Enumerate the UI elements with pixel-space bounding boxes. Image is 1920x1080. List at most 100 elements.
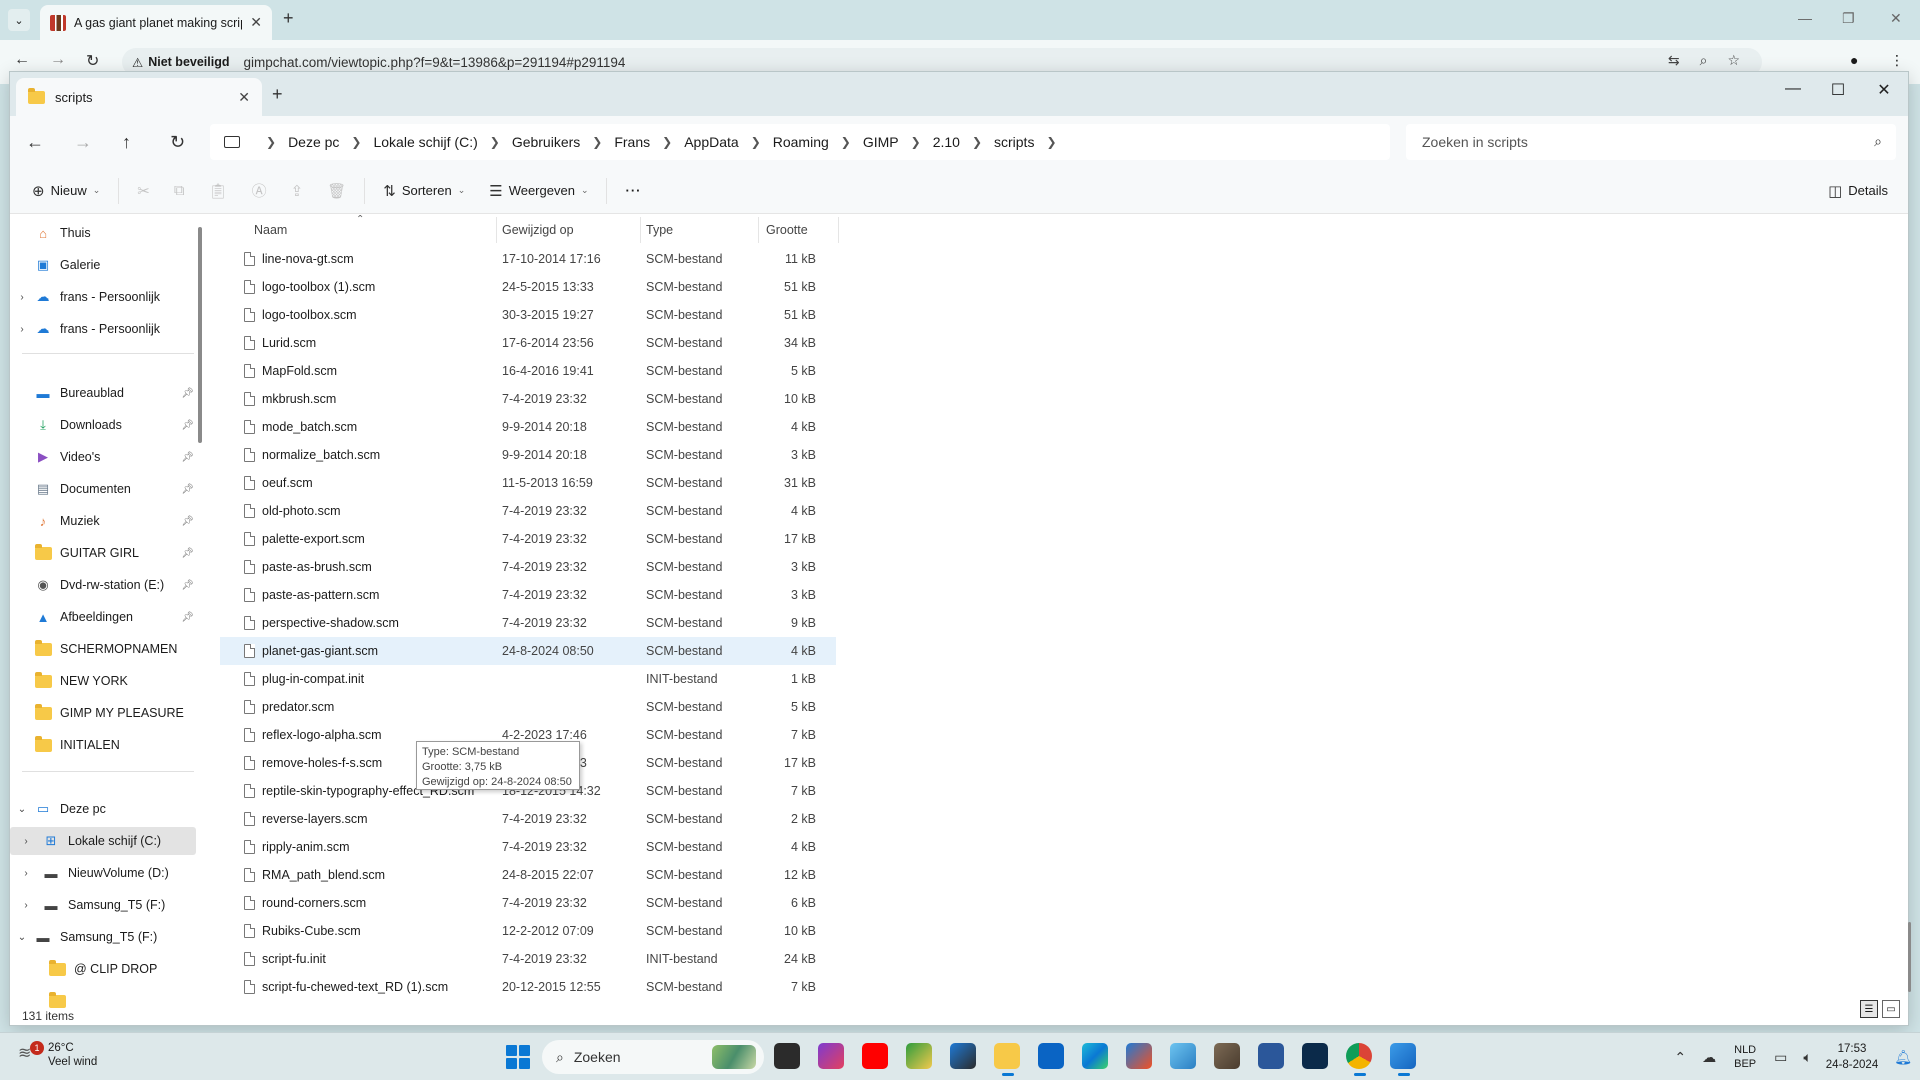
browser-tab[interactable]: A gas giant planet making scrip ✕ <box>40 5 272 40</box>
tiles-view-icon[interactable]: ▭ <box>1882 1000 1900 1018</box>
maximize-icon[interactable]: ☐ <box>1818 80 1858 100</box>
task-view-icon[interactable] <box>774 1043 800 1069</box>
back-icon[interactable]: ← <box>14 51 30 69</box>
details-pane-button[interactable]: ◫ Details <box>1816 175 1900 207</box>
paste-button[interactable]: 📋︎ <box>197 175 240 207</box>
chevron-right-icon[interactable]: › <box>10 292 34 303</box>
chevron-right-icon[interactable]: › <box>10 900 42 911</box>
language-indicator[interactable]: NLD BEP <box>1734 1043 1756 1071</box>
column-divider[interactable] <box>758 217 759 243</box>
forward-icon[interactable]: → <box>50 51 66 69</box>
breadcrumb-item[interactable]: scripts <box>994 134 1034 150</box>
column-divider[interactable] <box>838 217 839 243</box>
new-button[interactable]: ⊕ Nieuw ⌄ <box>20 175 112 207</box>
file-row[interactable]: paste-as-brush.scm 7-4-2019 23:32 SCM-best… <box>220 553 836 581</box>
menu-icon[interactable]: ⋮ <box>1890 52 1904 69</box>
chevron-right-icon[interactable]: ❯ <box>751 135 761 149</box>
gimp-icon[interactable] <box>1214 1043 1240 1069</box>
nav-item-music[interactable]: ♪ Muziek 📌︎ <box>10 507 196 535</box>
nav-item-desktop[interactable]: ▬ Bureaublad 📌︎ <box>10 379 196 407</box>
app-icon[interactable] <box>1390 1043 1416 1076</box>
youtube-icon[interactable] <box>862 1043 888 1069</box>
file-row[interactable]: line-nova-gt.scm 17-10-2014 17:16 SCM-best… <box>220 245 836 273</box>
clock[interactable]: 17:53 24-8-2024 <box>1826 1041 1878 1073</box>
file-row[interactable]: mode_batch.scm 9-9-2014 20:18 SCM-bestand 4… <box>220 413 836 441</box>
share-button[interactable]: ⇪ <box>279 175 316 207</box>
nav-item-folder[interactable]: GIMP MY PLEASURE <box>10 699 196 727</box>
chevron-right-icon[interactable]: › <box>10 324 34 335</box>
file-row[interactable]: Rubiks-Cube.scm 12-2-2012 07:09 SCM-bestan… <box>220 917 836 945</box>
nav-item-drive-f[interactable]: › ▬ Samsung_T5 (F:) <box>10 891 196 919</box>
breadcrumb-item[interactable]: Frans <box>614 134 650 150</box>
file-explorer-icon[interactable] <box>994 1043 1020 1076</box>
file-row[interactable]: round-corners.scm 7-4-2019 23:32 SCM-besta… <box>220 889 836 917</box>
minimize-icon[interactable]: — <box>1798 10 1812 26</box>
display-icon[interactable]: ▭ <box>1774 1049 1787 1066</box>
zoom-icon[interactable]: ⌕ <box>1700 52 1708 69</box>
breadcrumb-item[interactable]: Lokale schijf (C:) <box>373 134 477 150</box>
close-icon[interactable]: ✕ <box>250 14 262 31</box>
bookmark-star-icon[interactable]: ☆ <box>1727 52 1740 69</box>
chevron-right-icon[interactable]: ❯ <box>351 135 361 149</box>
chevron-right-icon[interactable]: ❯ <box>266 135 276 149</box>
nav-item-drive-c[interactable]: › ⊞ Lokale schijf (C:) <box>10 827 196 855</box>
view-button[interactable]: ☰ Weergeven ⌄ <box>477 175 600 207</box>
nav-item-folder[interactable]: @ CLIP DROP <box>10 955 196 983</box>
breadcrumb-item[interactable]: Roaming <box>773 134 829 150</box>
chevron-up-icon[interactable]: ⌃ <box>1674 1049 1686 1066</box>
column-divider[interactable] <box>496 217 497 243</box>
reload-icon[interactable]: ↻ <box>86 51 99 71</box>
forward-icon[interactable]: → <box>74 132 92 153</box>
app-icon[interactable] <box>1302 1043 1328 1069</box>
file-row[interactable]: script-fu.init 7-4-2019 23:32 INIT-bestand… <box>220 945 836 973</box>
chevron-down-icon[interactable]: ⌄ <box>10 804 34 815</box>
notification-bell-icon[interactable]: 🔔︎ <box>1894 1049 1912 1066</box>
column-header-size[interactable]: Grootte <box>766 223 808 237</box>
search-input[interactable]: Zoeken in scripts ⌕ <box>1406 124 1896 160</box>
search-icon[interactable]: ⌕ <box>1874 133 1882 150</box>
cut-button[interactable]: ✂ <box>125 175 162 207</box>
file-row[interactable]: mkbrush.scm 7-4-2019 23:32 SCM-bestand 10 k… <box>220 385 836 413</box>
file-row[interactable]: perspective-shadow.scm 7-4-2019 23:32 SCM-… <box>220 609 836 637</box>
restore-icon[interactable]: ❐ <box>1842 10 1855 27</box>
scrollbar-thumb[interactable] <box>198 227 202 443</box>
file-row[interactable]: normalize_batch.scm 9-9-2014 20:18 SCM-bes… <box>220 441 836 469</box>
breadcrumb[interactable]: ❯ Deze pc ❯ Lokale schijf (C:) ❯ Gebruik… <box>210 124 1390 160</box>
file-row[interactable]: ripply-anim.scm 7-4-2019 23:32 SCM-bestand… <box>220 833 836 861</box>
chevron-down-icon[interactable]: ⌄ <box>10 932 34 943</box>
profile-avatar-icon[interactable]: ● <box>1850 52 1858 68</box>
minimize-icon[interactable]: — <box>1773 80 1813 98</box>
file-row[interactable]: RMA_path_blend.scm 24-8-2015 22:07 SCM-bes… <box>220 861 836 889</box>
edge-icon[interactable] <box>1082 1043 1108 1069</box>
breadcrumb-item[interactable]: AppData <box>684 134 738 150</box>
column-header-name[interactable]: Naam <box>254 223 287 237</box>
word-icon[interactable] <box>1258 1043 1284 1069</box>
close-window-icon[interactable]: ✕ <box>1864 80 1904 100</box>
close-icon[interactable]: ✕ <box>238 89 250 106</box>
new-tab-button[interactable]: + <box>272 84 283 105</box>
nav-item-this-pc[interactable]: ⌄ ▭ Deze pc <box>10 795 196 823</box>
tab-list-button[interactable]: ⌄ <box>8 9 30 31</box>
weather-widget[interactable]: ≋ 1 26°C Veel wind <box>18 1041 97 1069</box>
volume-icon[interactable]: 🔈︎ <box>1803 1049 1811 1066</box>
file-row[interactable]: oeuf.scm 11-5-2013 16:59 SCM-bestand 31 kB <box>220 469 836 497</box>
chevron-right-icon[interactable]: ❯ <box>662 135 672 149</box>
chrome-icon[interactable] <box>1346 1043 1372 1076</box>
nav-item-dvd-drive[interactable]: ◉ Dvd-rw-station (E:) 📌︎ <box>10 571 196 599</box>
store-icon[interactable] <box>1126 1043 1152 1069</box>
close-icon[interactable]: ✕ <box>1890 10 1902 27</box>
file-row[interactable]: predator.scm SCM-bestand 5 kB <box>220 693 836 721</box>
breadcrumb-item[interactable]: Gebruikers <box>512 134 580 150</box>
snipping-tool-icon[interactable] <box>818 1043 844 1069</box>
nav-item-pictures[interactable]: ▲ Afbeeldingen 📌︎ <box>10 603 196 631</box>
column-header-modified[interactable]: Gewijzigd op <box>502 223 574 237</box>
file-row[interactable]: MapFold.scm 16-4-2016 19:41 SCM-bestand 5 k… <box>220 357 836 385</box>
nav-item-downloads[interactable]: ⤓ Downloads 📌︎ <box>10 411 196 439</box>
photo-app-icon[interactable] <box>950 1043 976 1069</box>
back-icon[interactable]: ← <box>26 132 44 153</box>
nav-item-home[interactable]: ⌂ Thuis <box>10 219 196 247</box>
file-row[interactable]: logo-toolbox.scm 30-3-2015 19:27 SCM-besta… <box>220 301 836 329</box>
file-row[interactable]: old-photo.scm 7-4-2019 23:32 SCM-bestand 4 … <box>220 497 836 525</box>
scrollbar-thumb[interactable] <box>1908 922 1911 992</box>
nav-item-onedrive[interactable]: › ☁ frans - Persoonlijk <box>10 315 196 343</box>
